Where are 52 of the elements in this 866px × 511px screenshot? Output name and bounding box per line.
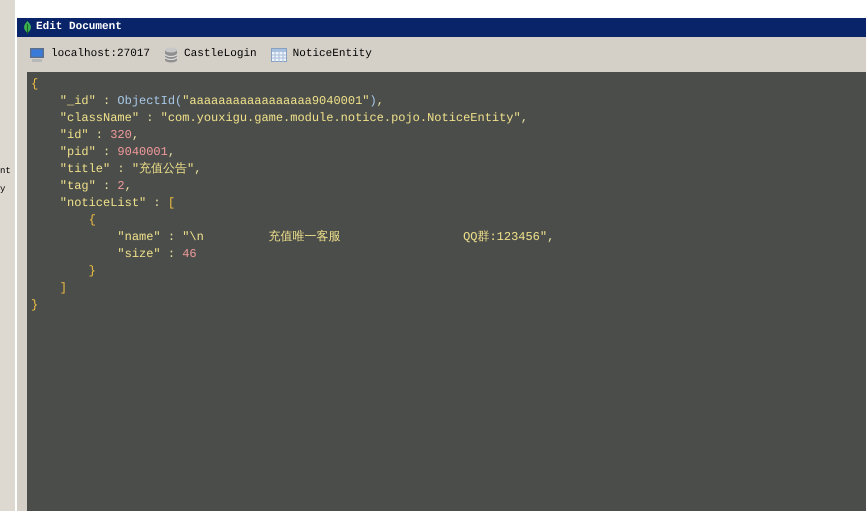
code-token: 2 xyxy=(117,178,125,194)
code-token: : xyxy=(145,110,154,126)
code-token: : xyxy=(94,126,104,144)
code-token: { xyxy=(31,76,38,92)
code-token: , xyxy=(520,110,528,126)
breadcrumb-item[interactable]: CastleLogin xyxy=(184,46,257,63)
code-token: "\n 充值唯一客服 QQ群:123456" xyxy=(182,228,548,246)
code-token: 9040001 xyxy=(117,144,168,160)
code-token: 320 xyxy=(110,126,132,144)
code-token: , xyxy=(124,178,132,194)
code-token: , xyxy=(132,126,140,144)
code-token: , xyxy=(194,160,202,178)
code-token: 46 xyxy=(182,246,197,262)
code-token: } xyxy=(31,296,38,314)
code-token: , xyxy=(547,228,554,246)
breadcrumb-item[interactable]: NoticeEntity xyxy=(292,46,372,63)
document-editor[interactable] xyxy=(27,72,866,511)
table-icon xyxy=(270,48,287,62)
code-token: ) xyxy=(369,92,377,110)
code-token: "_id" xyxy=(58,92,96,110)
monitor-icon xyxy=(29,46,45,62)
code-token: "充值公告" xyxy=(132,160,194,178)
code-token: "noticeList" xyxy=(58,194,146,212)
code-token: ] xyxy=(58,280,68,296)
code-token: : xyxy=(166,228,176,246)
code-token: ObjectId( xyxy=(117,92,182,110)
code-token: } xyxy=(88,262,96,280)
code-token: "name" xyxy=(116,228,161,246)
leaf-icon xyxy=(22,20,33,34)
code-token: "size" xyxy=(116,246,161,262)
code-token: : xyxy=(102,144,112,160)
code-token: : xyxy=(102,178,112,194)
code-token: [ xyxy=(168,194,176,212)
code-token: : xyxy=(116,160,126,178)
code-token: { xyxy=(88,212,96,228)
code-token: "className" xyxy=(58,110,140,126)
code-token: "tag" xyxy=(58,178,96,194)
code-token: , xyxy=(376,92,384,110)
code-token: : xyxy=(152,194,162,212)
code-token: "title" xyxy=(58,160,110,178)
code-token: "aaaaaaaaaaaaaaaaa9040001" xyxy=(182,92,370,110)
code-token: "id" xyxy=(58,126,89,144)
code-token: : xyxy=(102,92,112,110)
window-title: Edit Document xyxy=(36,20,122,36)
breadcrumb-item[interactable]: localhost:27017 xyxy=(51,46,150,63)
code-token: "com.youxigu.game.module.notice.pojo.NoticeEntity" xyxy=(160,110,521,126)
code-token: : xyxy=(166,246,176,262)
code-token: , xyxy=(168,144,176,160)
database-icon xyxy=(164,46,178,62)
code-token: "pid" xyxy=(58,144,96,160)
background-text: y xyxy=(0,183,6,196)
background-text: nt xyxy=(0,165,12,178)
